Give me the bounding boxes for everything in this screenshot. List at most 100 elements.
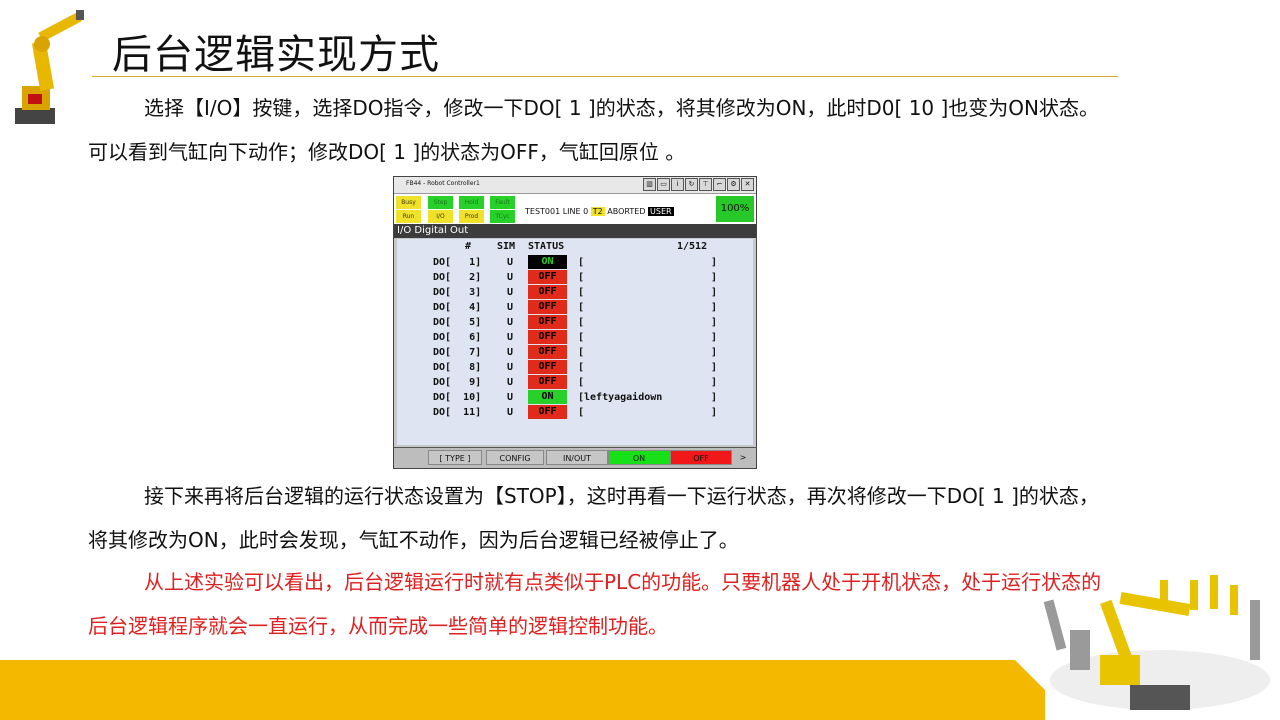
- row-sim: U: [507, 272, 514, 283]
- trash-icon[interactable]: ▥: [643, 178, 656, 191]
- table-row[interactable]: DO[ 10] U ON [leftyagaidown]: [397, 390, 753, 405]
- fkey-inout[interactable]: IN/OUT: [546, 450, 608, 465]
- titlebar-icons: ▥ ▭ i ↻ ⊤ ⌐ ⚙ ✕: [643, 178, 754, 191]
- status-program: TEST001 LINE 0: [525, 207, 589, 216]
- row-status[interactable]: OFF: [528, 300, 567, 314]
- led-step: Step: [428, 196, 453, 209]
- row-comment: [: [578, 272, 585, 283]
- table-row[interactable]: DO[ 7] U OFF []: [397, 345, 753, 360]
- led-prod: Prod: [459, 210, 484, 223]
- refresh-icon[interactable]: ↻: [685, 178, 698, 191]
- table-row[interactable]: DO[ 1] U ON []: [397, 255, 753, 270]
- led-busy: Busy: [396, 196, 421, 209]
- row-label: DO[ 8]: [433, 362, 482, 373]
- row-status[interactable]: OFF: [528, 285, 567, 299]
- row-status[interactable]: OFF: [528, 330, 567, 344]
- teach-pendant-screen: FB44 - Robot Controller1 ▥ ▭ i ↻ ⊤ ⌐ ⚙ ✕…: [393, 176, 757, 469]
- table-row[interactable]: DO[ 3] U OFF []: [397, 285, 753, 300]
- table-row[interactable]: DO[ 11] U OFF []: [397, 405, 753, 420]
- row-sim: U: [507, 407, 514, 418]
- header-page: 1/512: [677, 241, 708, 252]
- header-sim: SIM: [497, 241, 516, 252]
- link-icon[interactable]: ⌐: [713, 178, 726, 191]
- fkey-off[interactable]: OFF: [670, 450, 732, 465]
- led-tcyc: TCyc: [490, 210, 515, 223]
- footer-band: [0, 660, 1045, 720]
- paragraph-3-text: 从上述实验可以看出，后台逻辑运行时就有点类似于PLC的功能。只要机器人处于开机状…: [88, 570, 1102, 638]
- fkey-config[interactable]: CONFIG: [486, 450, 544, 465]
- keyboard-icon[interactable]: ▭: [657, 178, 670, 191]
- header-num: #: [465, 241, 472, 252]
- row-sim: U: [507, 332, 514, 343]
- paragraph-2-text: 接下来再将后台逻辑的运行状态设置为【STOP】，这时再看一下运行状态，再次将修改…: [88, 484, 1099, 552]
- paragraph-1: 选择【I/O】按键，选择DO指令，修改一下DO[ 1 ]的状态，将其修改为ON，…: [88, 86, 1118, 174]
- row-comment: [: [578, 257, 585, 268]
- row-comment-end: ]: [711, 332, 718, 343]
- row-sim: U: [507, 362, 514, 373]
- row-comment: [: [578, 317, 585, 328]
- row-status[interactable]: OFF: [528, 405, 567, 419]
- header-status: STATUS: [528, 241, 565, 252]
- robot-arm-logo: [15, 10, 84, 124]
- table-row[interactable]: DO[ 4] U OFF []: [397, 300, 753, 315]
- settings-icon[interactable]: ⚙: [727, 178, 740, 191]
- table-row[interactable]: DO[ 6] U OFF []: [397, 330, 753, 345]
- function-keys: [ TYPE ] CONFIG IN/OUT ON OFF >: [394, 447, 756, 468]
- row-comment-end: ]: [711, 257, 718, 268]
- row-comment: [leftyagaidown: [578, 392, 663, 403]
- row-status[interactable]: OFF: [528, 345, 567, 359]
- window-title: FB44 - Robot Controller1: [406, 180, 480, 187]
- status-mode: T2: [590, 207, 605, 216]
- row-comment: [: [578, 287, 585, 298]
- slide-title: 后台逻辑实现方式: [112, 32, 440, 78]
- row-comment: [: [578, 302, 585, 313]
- row-label: DO[ 1]: [433, 257, 482, 268]
- row-sim: U: [507, 302, 514, 313]
- pin-icon[interactable]: ⊤: [699, 178, 712, 191]
- row-status[interactable]: ON: [528, 390, 567, 404]
- paragraph-3: 从上述实验可以看出，后台逻辑运行时就有点类似于PLC的功能。只要机器人处于开机状…: [88, 560, 1118, 648]
- table-row[interactable]: DO[ 8] U OFF []: [397, 360, 753, 375]
- table-row[interactable]: DO[ 2] U OFF []: [397, 270, 753, 285]
- robot-group-image: [1043, 575, 1270, 710]
- fkey-next[interactable]: >: [734, 450, 752, 465]
- row-status[interactable]: OFF: [528, 315, 567, 329]
- close-icon[interactable]: ✕: [741, 178, 754, 191]
- row-comment: [: [578, 362, 585, 373]
- row-label: DO[ 11]: [433, 407, 482, 418]
- row-comment-end: ]: [711, 362, 718, 373]
- table-row[interactable]: DO[ 5] U OFF []: [397, 315, 753, 330]
- paragraph-1-text: 选择【I/O】按键，选择DO指令，修改一下DO[ 1 ]的状态，将其修改为ON，…: [88, 96, 1100, 164]
- row-comment-end: ]: [711, 392, 718, 403]
- window-titlebar: FB44 - Robot Controller1 ▥ ▭ i ↻ ⊤ ⌐ ⚙ ✕: [394, 177, 756, 194]
- ip-icon[interactable]: i: [671, 178, 684, 191]
- row-comment-end: ]: [711, 272, 718, 283]
- status-state: ABORTED: [607, 207, 646, 216]
- fkey-on[interactable]: ON: [608, 450, 670, 465]
- row-status[interactable]: OFF: [528, 360, 567, 374]
- row-label: DO[ 4]: [433, 302, 482, 313]
- row-sim: U: [507, 392, 514, 403]
- io-table: # SIM STATUS 1/512 DO[ 1] U ON [] DO[ 2] U OF…: [397, 239, 753, 445]
- row-label: DO[ 3]: [433, 287, 482, 298]
- row-status[interactable]: OFF: [528, 375, 567, 389]
- row-comment: [: [578, 332, 585, 343]
- fkey-type[interactable]: [ TYPE ]: [428, 450, 482, 465]
- table-row[interactable]: DO[ 9] U OFF []: [397, 375, 753, 390]
- row-sim: U: [507, 257, 514, 268]
- led-hold: Hold: [459, 196, 484, 209]
- row-status[interactable]: OFF: [528, 270, 567, 284]
- row-comment-end: ]: [711, 347, 718, 358]
- row-comment: [: [578, 377, 585, 388]
- title-underline: [92, 76, 1118, 77]
- row-comment-end: ]: [711, 317, 718, 328]
- led-run: Run: [396, 210, 421, 223]
- row-status[interactable]: ON: [528, 255, 567, 269]
- status-user: USER: [648, 207, 674, 216]
- row-label: DO[ 9]: [433, 377, 482, 388]
- row-label: DO[ 7]: [433, 347, 482, 358]
- led-io: I/O: [428, 210, 453, 223]
- override-percent: 100%: [716, 196, 754, 222]
- row-comment: [: [578, 347, 585, 358]
- led-fault: Fault: [490, 196, 515, 209]
